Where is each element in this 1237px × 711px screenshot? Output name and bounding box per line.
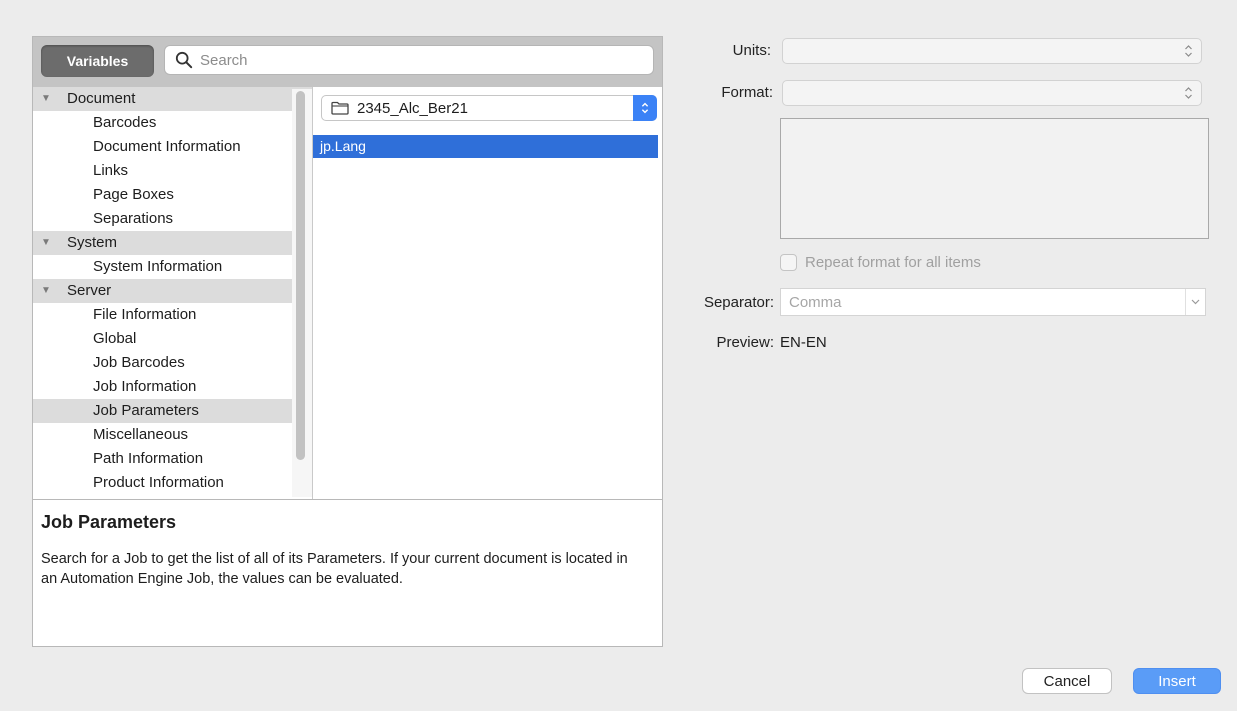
description-text: Search for a Job to get the list of all … [41,551,628,587]
tree-item[interactable]: Job Barcodes [33,351,312,375]
tree-item[interactable]: Links [33,159,312,183]
format-text-area[interactable] [780,118,1209,239]
tree-item[interactable]: Global [33,327,312,351]
tree-item[interactable]: System Information [33,255,312,279]
parameter-list-pane: 2345_Alc_Ber21 jp.Lang [313,87,662,499]
tree-group-label: Server [67,282,112,299]
chevron-updown-icon [1185,45,1192,57]
repeat-format-checkbox[interactable] [780,254,797,271]
tree-group[interactable]: ▼ System [33,231,312,255]
tree-item-label: Document Information [93,138,241,155]
job-select[interactable]: 2345_Alc_Ber21 [321,95,657,121]
units-popup[interactable] [782,38,1202,64]
job-select-value: 2345_Alc_Ber21 [357,99,468,117]
tree-item[interactable]: Path Information [33,447,312,471]
format-popup[interactable] [782,80,1202,106]
description-panel: Job Parameters Search for a Job to get t… [33,500,662,646]
tree-group-label: Document [67,90,136,107]
search-input[interactable] [200,51,640,69]
tree-item[interactable]: Job Parameters [33,399,312,423]
insert-button[interactable]: Insert [1133,668,1221,694]
description-title: Job Parameters [41,512,177,532]
tree-item-label: Page Boxes [93,186,174,203]
tree-item[interactable]: Job Information [33,375,312,399]
tree-item-label: Path Information [93,450,204,467]
disclosure-triangle-icon[interactable]: ▼ [41,279,51,303]
search-field[interactable] [164,45,654,75]
chevron-down-icon[interactable] [1185,289,1205,315]
search-icon [175,51,193,69]
tree-group[interactable]: ▼ Document [33,87,312,111]
tree-item-label: File Information [93,306,197,323]
preview-label: Preview: [716,334,774,351]
variables-browser: Variables ▼ Document Barcodes Document Info… [32,36,663,647]
chevron-updown-icon [1185,87,1192,99]
format-label: Format: [721,84,773,101]
separator-combo[interactable]: Comma [780,288,1206,316]
tree-item-label: Product Information [93,474,224,491]
disclosure-triangle-icon[interactable]: ▼ [41,87,51,111]
tree-scrollbar-thumb[interactable] [296,91,305,460]
tree-item-label: Links [93,162,129,179]
repeat-format-label: Repeat format for all items [805,254,981,271]
variable-category-tree: ▼ Document Barcodes Document Information Lin… [33,87,312,499]
tree-item[interactable]: Page Boxes [33,183,312,207]
tree-item[interactable]: Document Information [33,135,312,159]
tree-item-label: Job Barcodes [93,354,185,371]
tree-item[interactable]: Miscellaneous [33,423,312,447]
preview-value: EN-EN [780,334,827,351]
tree-item[interactable]: Product Information [33,471,312,495]
tree-item-label: Separations [93,210,174,227]
variables-button[interactable]: Variables [41,45,154,77]
browser-toolbar: Variables [33,37,662,87]
repeat-format-option: Repeat format for all items [780,254,981,271]
tree-item[interactable]: Barcodes [33,111,312,135]
tree-group[interactable]: ▼ Server [33,279,312,303]
units-label: Units: [732,42,771,59]
tree-item[interactable]: File Information [33,303,312,327]
tree-item-label: System Information [93,258,223,275]
tree-item[interactable]: Separations [33,207,312,231]
tree-group-label: System [67,234,118,251]
separator-value[interactable]: Comma [789,294,842,311]
tree-item-label: Job Information [93,378,197,395]
cancel-button[interactable]: Cancel [1022,668,1112,694]
tree-item-label: Job Parameters [93,402,199,419]
parameter-list-item[interactable]: jp.Lang [313,135,658,158]
folder-icon [331,101,349,115]
tree-item-label: Global [93,330,137,347]
chevron-updown-icon[interactable] [633,95,657,121]
tree-item-label: Miscellaneous [93,426,189,443]
separator-label: Separator: [703,294,774,311]
disclosure-triangle-icon[interactable]: ▼ [41,231,51,255]
tree-item-label: Barcodes [93,114,157,131]
